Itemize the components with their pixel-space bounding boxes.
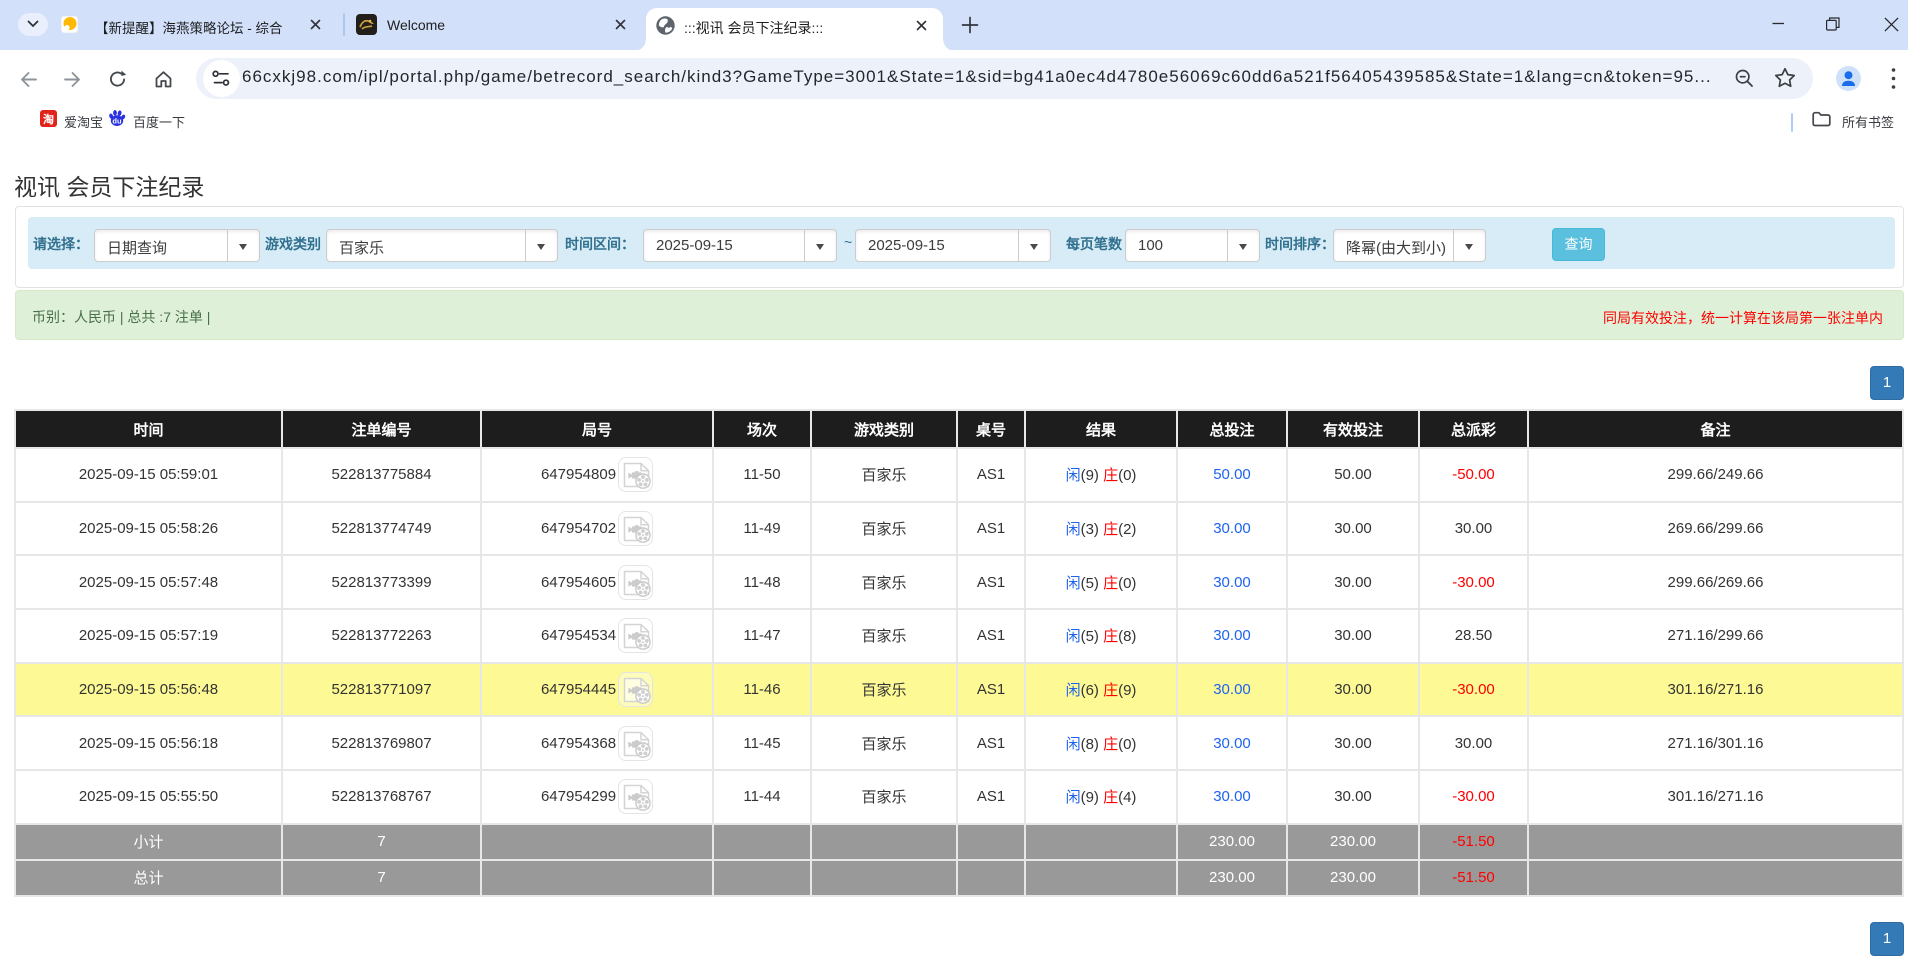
svg-text:淘: 淘	[43, 112, 54, 126]
svg-text:du: du	[112, 117, 122, 126]
